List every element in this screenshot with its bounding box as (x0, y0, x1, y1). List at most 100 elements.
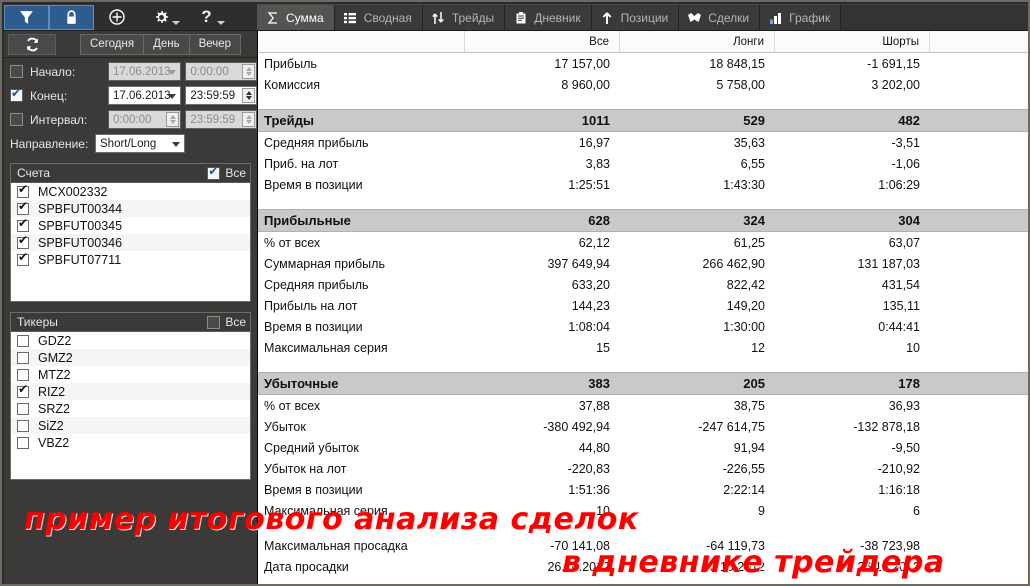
settings-icon-button[interactable] (139, 5, 184, 30)
period-today-button[interactable]: Сегодня (80, 33, 144, 55)
ticker-checkbox[interactable] (17, 419, 29, 432)
table-row[interactable]: % от всех 62,12 61,25 63,07 (258, 232, 1028, 253)
table-row[interactable]: Приб. на лот 3,83 6,55 -1,06 (258, 153, 1028, 174)
accounts-list[interactable]: MCX002332 SPBFUT00344 SPBFUT00345 SPBFUT… (11, 183, 250, 301)
refresh-button[interactable] (8, 33, 56, 55)
account-checkbox[interactable] (17, 183, 29, 198)
end-time-input[interactable]: 23:59:59 (185, 86, 257, 105)
table-section-row[interactable]: Трейды 1011 529 482 (258, 109, 1028, 132)
list-item[interactable]: SPBFUT07711 (11, 251, 250, 268)
tab-sdelki[interactable]: Сделки (679, 4, 761, 30)
period-day-button[interactable]: День (143, 33, 189, 55)
tickers-title: Тикеры (17, 315, 58, 329)
row-label: Средняя прибыль (264, 277, 369, 292)
account-checkbox[interactable] (17, 251, 29, 266)
table-row[interactable]: Средний убыток 44,80 91,94 -9,50 (258, 437, 1028, 458)
row-value: 0:44:41 (878, 319, 920, 334)
table-row[interactable]: Максимальная просадка -70 141,08 -64 119,7… (258, 535, 1028, 556)
interval-to-input[interactable]: 23:59:59 (185, 110, 257, 129)
help-icon-button[interactable]: ? (184, 5, 229, 30)
column-header-all[interactable]: Все (465, 31, 620, 53)
row-value: 44,80 (578, 440, 610, 455)
accounts-select-all-checkbox[interactable] (207, 165, 221, 180)
row-value: 6,55 (740, 156, 765, 171)
chevron-down-icon (168, 69, 177, 75)
table-row[interactable]: % от всех 37,88 38,75 36,93 (258, 395, 1028, 416)
refresh-icon (26, 37, 38, 51)
table-row[interactable]: Время в позиции 1:08:04 1:30:00 0:44:41 (258, 316, 1028, 337)
list-item[interactable]: SPBFUT00345 (11, 217, 250, 234)
list-item[interactable]: RIZ2 (11, 383, 250, 400)
column-header-spare[interactable] (930, 31, 1028, 53)
interval-checkbox[interactable] (10, 113, 23, 126)
end-time-stepper[interactable] (242, 88, 255, 103)
tab-grafik[interactable]: График (760, 4, 842, 30)
end-date-input[interactable]: 17.06.2013 (108, 86, 182, 105)
table-section-row[interactable]: Прибыльные 628 324 304 (258, 209, 1028, 232)
chevron-down-icon (172, 141, 180, 147)
row-value: 26.10.2012 (702, 559, 765, 574)
account-checkbox[interactable] (17, 217, 29, 232)
period-evening-button[interactable]: Вечер (188, 33, 242, 55)
account-checkbox[interactable] (17, 200, 29, 215)
column-header-empty[interactable] (258, 31, 465, 53)
tickers-list[interactable]: GDZ2 GMZ2 MTZ2 RIZ2 SRZ2 SiZ2 VBZ2 (11, 332, 250, 479)
direction-select[interactable]: Short/Long (95, 134, 185, 153)
add-icon-button[interactable] (94, 5, 139, 30)
filter-icon-button[interactable] (4, 4, 49, 30)
table-row[interactable]: Комиссия 8 960,00 5 758,00 3 202,00 (258, 74, 1028, 95)
row-value: -210,92 (877, 461, 920, 476)
row-value: 633,20 (571, 277, 610, 292)
table-row[interactable]: Прибыль 17 157,00 18 848,15 -1 691,15 (258, 53, 1028, 74)
list-item[interactable]: SiZ2 (11, 417, 250, 434)
ticker-checkbox[interactable] (17, 436, 29, 449)
start-time-input[interactable]: 0:00:00 (185, 62, 257, 81)
start-date-input[interactable]: 17.06.2013 (108, 62, 182, 81)
tab-label: Дневник (534, 10, 581, 25)
list-item[interactable]: SPBFUT00344 (11, 200, 250, 217)
column-header-shorts[interactable]: Шорты (775, 31, 930, 53)
end-date-checkbox[interactable] (10, 87, 23, 102)
table-row[interactable]: Время в позиции 1:25:51 1:43:30 1:06:29 (258, 174, 1028, 195)
interval-from-stepper[interactable] (166, 112, 180, 127)
tab-pozicii[interactable]: Позиции (591, 4, 680, 30)
filter-icon (20, 10, 33, 24)
account-checkbox[interactable] (17, 234, 29, 249)
table-row[interactable]: Время в позиции 1:51:36 2:22:14 1:16:18 (258, 479, 1028, 500)
tab-treydy[interactable]: Трейды (422, 4, 506, 30)
table-row[interactable]: Дата просадки 26.10.2012 26.10.2012 26.10.2… (258, 556, 1028, 577)
table-row[interactable]: Прибыль на лот 144,23 149,20 135,11 (258, 295, 1028, 316)
list-item[interactable]: MTZ2 (11, 366, 250, 383)
table-row[interactable]: Максимальная серия 15 12 10 (258, 337, 1028, 358)
ticker-checkbox[interactable] (17, 368, 29, 381)
table-row[interactable]: Максимальная серия 10 9 6 (258, 500, 1028, 521)
ticker-checkbox[interactable] (17, 402, 29, 415)
interval-from-input[interactable]: 0:00:00 (108, 110, 182, 129)
lock-icon-button[interactable] (49, 4, 94, 30)
start-time-stepper[interactable] (242, 64, 255, 79)
ticker-checkbox[interactable] (17, 351, 29, 364)
ticker-checkbox[interactable] (17, 383, 29, 398)
list-item[interactable]: SPBFUT00346 (11, 234, 250, 251)
table-row[interactable]: Убыток на лот -220,83 -226,55 -210,92 (258, 458, 1028, 479)
column-header-longs[interactable]: Лонги (620, 31, 775, 53)
list-item[interactable]: SRZ2 (11, 400, 250, 417)
start-date-checkbox[interactable] (10, 65, 23, 78)
tab-svodnaya[interactable]: Сводная (334, 4, 423, 30)
ticker-checkbox[interactable] (17, 334, 29, 347)
table-row[interactable]: Суммарная прибыль 397 649,94 266 462,90 131… (258, 253, 1028, 274)
tickers-select-all-checkbox[interactable] (207, 315, 221, 329)
interval-to-stepper[interactable] (242, 112, 255, 127)
table-row[interactable]: Средняя прибыль 633,20 822,42 431,54 (258, 274, 1028, 295)
tab-dnevnik[interactable]: Дневник (505, 4, 592, 30)
list-item[interactable]: GMZ2 (11, 349, 250, 366)
row-label: Дата просадки (264, 559, 349, 574)
list-item[interactable]: MCX002332 (11, 183, 250, 200)
row-value: 304 (898, 213, 920, 228)
list-item[interactable]: VBZ2 (11, 434, 250, 451)
table-row[interactable]: Убыток -380 492,94 -247 614,75 -132 878,18 (258, 416, 1028, 437)
tab-summa[interactable]: Сумма (257, 4, 335, 30)
list-item[interactable]: GDZ2 (11, 332, 250, 349)
table-row[interactable]: Средняя прибыль 16,97 35,63 -3,51 (258, 132, 1028, 153)
table-section-row[interactable]: Убыточные 383 205 178 (258, 372, 1028, 395)
